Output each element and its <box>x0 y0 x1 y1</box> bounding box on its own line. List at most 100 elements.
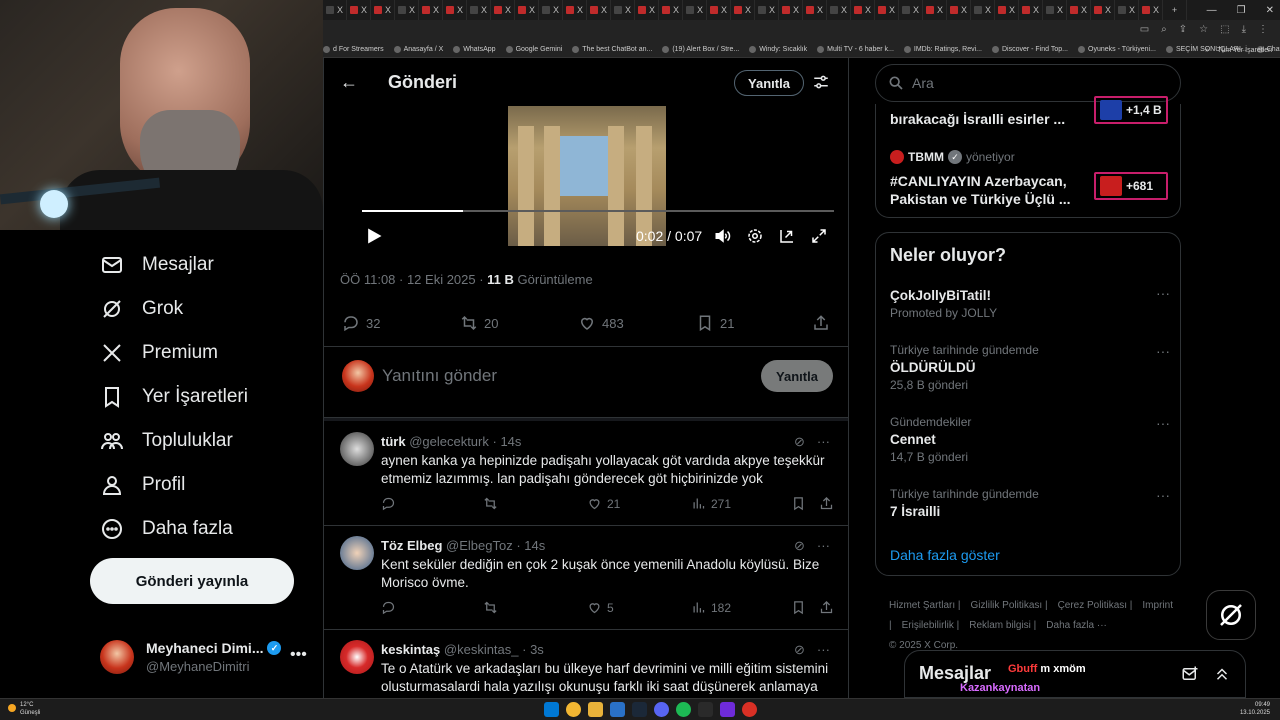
trend-item[interactable]: ÇokJollyBiTatil! Promoted by JOLLY ··· <box>890 285 1170 320</box>
minimize-icon[interactable]: — <box>1207 5 1217 16</box>
show-more-link[interactable]: Daha fazla göster <box>890 547 1000 563</box>
browser-tab[interactable]: X <box>371 0 395 20</box>
grok-floating-button[interactable] <box>1206 590 1256 640</box>
bookmark-item[interactable]: IMDb: Ratings, Revi... <box>903 46 982 53</box>
more-icon[interactable]: ··· <box>1156 343 1170 359</box>
grok-icon[interactable]: ⊘ <box>794 642 805 658</box>
browser-tab[interactable]: X <box>779 0 803 20</box>
browser-tab[interactable]: X <box>851 0 875 20</box>
close-icon[interactable]: ✕ <box>1266 5 1274 16</box>
browser-tab[interactable]: X <box>995 0 1019 20</box>
bookmark-item[interactable]: Windy: Sıcaklık <box>749 46 807 53</box>
weather-widget[interactable]: 12°C Güneşli <box>8 701 40 717</box>
browser-tab[interactable]: X <box>731 0 755 20</box>
footer-link[interactable]: Gizlilik Politikası | <box>971 600 1048 611</box>
browser-tab[interactable]: X <box>515 0 539 20</box>
browser-tab[interactable]: X <box>467 0 491 20</box>
windows-start-icon[interactable] <box>544 702 559 717</box>
like-action[interactable]: 5 <box>587 600 614 615</box>
avatar[interactable] <box>340 432 374 466</box>
kick-icon[interactable] <box>720 702 735 717</box>
composer-reply-button[interactable]: Yanıtla <box>761 360 833 392</box>
account-switcher[interactable]: Meyhaneci Dimi... ✓ @MeyhaneDimitri ••• <box>100 636 320 680</box>
new-tab-icon[interactable]: + <box>1163 0 1187 20</box>
reply-author-name[interactable]: türk <box>381 434 406 449</box>
settings-icon[interactable] <box>746 227 764 245</box>
filter-icon[interactable] <box>812 73 830 91</box>
bookmarks-overflow[interactable]: » <box>1205 47 1209 54</box>
extensions-icon[interactable]: ⬚ <box>1220 24 1229 35</box>
reply-author-handle[interactable]: @keskintas_ <box>444 642 519 657</box>
browser-tab[interactable]: X <box>899 0 923 20</box>
cast-icon[interactable]: ▭ <box>1140 24 1149 35</box>
bookmark-item[interactable]: (19) Alert Box / Stre... <box>662 46 739 53</box>
volume-icon[interactable] <box>714 227 732 245</box>
browser-tab[interactable]: X <box>1091 0 1115 20</box>
file-explorer-icon[interactable] <box>588 702 603 717</box>
more-icon[interactable]: ••• <box>290 646 307 664</box>
browser-tab[interactable]: X <box>659 0 683 20</box>
reply-input[interactable]: Yanıtını gönder <box>382 366 497 386</box>
trend-item[interactable]: Gündemdekiler Cennet 14,7 B gönderi ··· <box>890 415 1170 464</box>
discord-icon[interactable] <box>654 702 669 717</box>
zoom-icon[interactable]: ⌕ <box>1161 24 1167 35</box>
bookmark-item[interactable]: Oyuneks - Türkiyeni... <box>1078 46 1156 53</box>
bookmark-item[interactable]: Google Gemini <box>505 46 562 53</box>
clock[interactable]: 09:49 13.10.2025 <box>1240 701 1270 717</box>
reply-post[interactable]: Töz Elbeg @ElbegToz · 14s ⊘ ··· Kent seküle… <box>324 526 848 630</box>
video-progress-bar[interactable] <box>362 210 834 212</box>
like-action[interactable]: 483 <box>578 314 624 332</box>
browser-menu-icon[interactable]: ⋮ <box>1258 24 1268 35</box>
new-message-icon[interactable] <box>1181 665 1199 683</box>
browser-tab[interactable]: X <box>1043 0 1067 20</box>
browser-tab[interactable]: X <box>755 0 779 20</box>
fullscreen-icon[interactable] <box>810 227 828 245</box>
browser-tab[interactable]: X <box>947 0 971 20</box>
bookmark-item[interactable]: The best ChatBot an... <box>572 46 652 53</box>
sidebar-item-topluluklar[interactable]: Topluluklar <box>100 426 233 456</box>
bookmark-item[interactable]: Discover - Find Top... <box>991 46 1068 53</box>
sidebar-item-daha-fazla[interactable]: Daha fazla <box>100 514 233 544</box>
reply-button[interactable]: Yanıtla <box>734 70 804 96</box>
reply-action[interactable] <box>381 496 396 511</box>
avatar[interactable] <box>340 536 374 570</box>
reply-action[interactable] <box>381 600 396 615</box>
browser-tab[interactable]: X <box>491 0 515 20</box>
app-icon[interactable] <box>610 702 625 717</box>
app-icon[interactable] <box>742 702 757 717</box>
browser-tab[interactable]: X <box>323 0 347 20</box>
repost-action[interactable] <box>483 600 503 615</box>
browser-tab[interactable]: X <box>875 0 899 20</box>
views-action[interactable]: 182 <box>691 600 731 615</box>
browser-tab[interactable]: X <box>635 0 659 20</box>
browser-tab[interactable]: X <box>827 0 851 20</box>
bookmark-action[interactable] <box>791 496 806 511</box>
repost-action[interactable]: 20 <box>460 314 498 332</box>
footer-link[interactable]: Çerez Politikası | <box>1058 600 1133 611</box>
app-icon[interactable] <box>698 702 713 717</box>
live-item-title[interactable]: bırakacağı İsraılli esirler ... <box>890 110 1065 128</box>
reply-post[interactable]: türk @gelecekturk · 14s ⊘ ··· aynen kanka y… <box>324 422 848 526</box>
reply-author-handle[interactable]: @ElbegToz <box>446 538 513 553</box>
bookmark-action[interactable]: 21 <box>696 314 734 332</box>
download-icon[interactable]: ⤓ <box>1242 24 1246 35</box>
like-action[interactable]: 21 <box>587 496 620 511</box>
browser-tab[interactable]: X <box>347 0 371 20</box>
repost-action[interactable] <box>483 496 503 511</box>
chrome-icon[interactable] <box>566 702 581 717</box>
live-badge[interactable]: +681 <box>1094 172 1168 200</box>
footer-link[interactable]: Hizmet Şartları | <box>889 600 961 611</box>
trend-item[interactable]: Türkiye tarihinde gündemde ÖLDÜRÜLDÜ 25,8 … <box>890 343 1170 392</box>
more-icon[interactable]: ··· <box>817 434 830 450</box>
browser-tab[interactable]: X <box>1067 0 1091 20</box>
more-icon[interactable]: ··· <box>1156 285 1170 301</box>
sidebar-item-mesajlar[interactable]: Mesajlar <box>100 250 214 280</box>
browser-tab[interactable]: X <box>539 0 563 20</box>
bookmark-item[interactable]: WhatsApp <box>453 46 496 53</box>
browser-tab[interactable]: X <box>923 0 947 20</box>
share-action[interactable] <box>819 496 834 511</box>
trend-item[interactable]: Türkiye tarihinde gündemde 7 İsrailli ··· <box>890 487 1170 519</box>
browser-tab[interactable]: X <box>683 0 707 20</box>
footer-link[interactable]: Erişilebilirlik | <box>902 620 960 631</box>
reply-author-name[interactable]: Töz Elbeg <box>381 538 442 553</box>
